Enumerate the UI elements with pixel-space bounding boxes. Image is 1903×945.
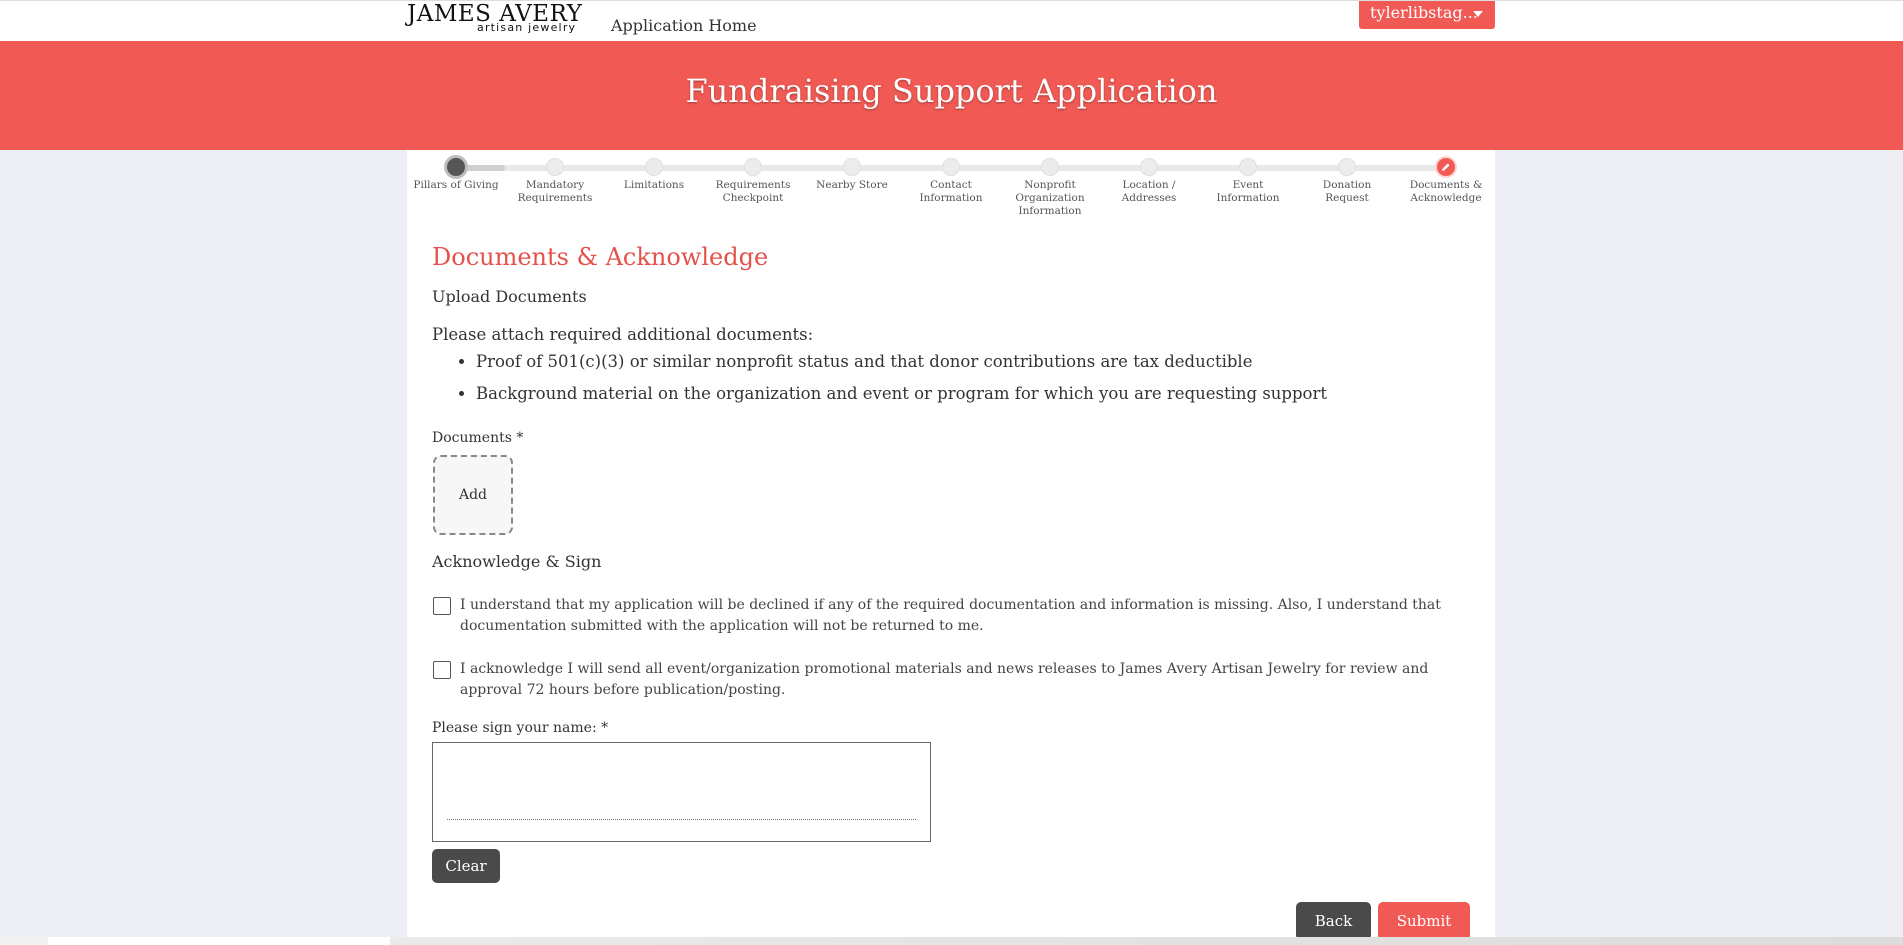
step-label: Nearby Store	[816, 179, 888, 191]
step-requirements-checkpoint[interactable]: Requirements Checkpoint	[708, 158, 798, 205]
step-contact-information[interactable]: Contact Information	[906, 158, 996, 205]
step-label: Nonprofit Organization Information	[1015, 179, 1085, 217]
acknowledgement-text: I understand that my application will be…	[460, 597, 1441, 634]
step-label: Limitations	[623, 179, 685, 191]
step-label: Donation Request	[1322, 179, 1372, 204]
user-menu-label: tylerlibstag...	[1370, 3, 1478, 22]
acknowledge-documentation-checkbox[interactable]	[433, 597, 451, 615]
step-label: Location / Addresses	[1121, 179, 1177, 204]
step-limitations[interactable]: Limitations	[609, 158, 699, 192]
step-label: Event Information	[1216, 179, 1280, 204]
signature-pad[interactable]	[432, 742, 931, 842]
application-form-card: Pillars of Giving Mandatory Requirements…	[407, 150, 1495, 945]
signature-baseline	[447, 819, 916, 820]
upload-instructions: Please attach required additional docume…	[432, 325, 814, 344]
step-pending-dot-icon	[942, 158, 960, 176]
step-label: Pillars of Giving	[413, 179, 499, 191]
progress-stepper: Pillars of Giving Mandatory Requirements…	[407, 150, 1495, 230]
step-pending-dot-icon	[1338, 158, 1356, 176]
add-document-button[interactable]: Add	[433, 455, 513, 535]
list-item: Background material on the organization …	[476, 378, 1327, 410]
back-button[interactable]: Back	[1296, 902, 1371, 940]
step-label: Contact Information	[919, 179, 983, 204]
step-pillars-of-giving[interactable]: Pillars of Giving	[411, 158, 501, 192]
step-pending-dot-icon	[1140, 158, 1158, 176]
step-pending-dot-icon	[1239, 158, 1257, 176]
submit-button[interactable]: Submit	[1378, 902, 1470, 940]
step-documents-acknowledge[interactable]: Documents & Acknowledge	[1401, 158, 1491, 205]
pencil-icon	[1442, 163, 1450, 171]
signature-label: Please sign your name: *	[432, 720, 609, 736]
step-donation-request[interactable]: Donation Request	[1302, 158, 1392, 205]
upload-documents-heading: Upload Documents	[432, 287, 587, 306]
horizontal-scrollbar[interactable]	[0, 937, 1903, 945]
user-menu-dropdown[interactable]: tylerlibstag...	[1359, 1, 1495, 29]
step-active-dot	[1437, 158, 1455, 176]
step-complete-dot-icon	[447, 158, 465, 176]
top-navbar: JAMES AVERY artisan jewelry Application …	[0, 0, 1903, 41]
step-pending-dot-icon	[546, 158, 564, 176]
james-avery-logo[interactable]: JAMES AVERY artisan jewelry	[407, 1, 582, 37]
step-pending-dot-icon	[645, 158, 663, 176]
clear-signature-button[interactable]: Clear	[432, 849, 500, 883]
step-label: Mandatory Requirements	[517, 179, 593, 204]
requirements-list: Proof of 501(c)(3) or similar nonprofit …	[432, 346, 1327, 410]
page-banner: Fundraising Support Application	[0, 41, 1903, 150]
caret-down-icon	[1473, 11, 1483, 17]
acknowledge-sign-heading: Acknowledge & Sign	[432, 552, 602, 571]
step-pending-dot-icon	[1041, 158, 1059, 176]
step-pending-dot-icon	[843, 158, 861, 176]
documents-label: Documents *	[432, 430, 524, 446]
step-label: Requirements Checkpoint	[715, 179, 791, 204]
page-title: Fundraising Support Application	[685, 72, 1218, 110]
acknowledge-promotional-checkbox[interactable]	[433, 661, 451, 679]
step-event-information[interactable]: Event Information	[1203, 158, 1293, 205]
list-item: Proof of 501(c)(3) or similar nonprofit …	[476, 346, 1327, 378]
logo-tagline: artisan jewelry	[477, 21, 577, 34]
scrollbar-thumb[interactable]	[48, 937, 390, 945]
acknowledgement-text: I acknowledge I will send all event/orga…	[460, 661, 1429, 698]
application-home-link[interactable]: Application Home	[611, 16, 757, 35]
step-label: Documents & Acknowledge	[1409, 179, 1483, 204]
step-mandatory-requirements[interactable]: Mandatory Requirements	[510, 158, 600, 205]
step-pending-dot-icon	[744, 158, 762, 176]
step-location-addresses[interactable]: Location / Addresses	[1104, 158, 1194, 205]
section-title: Documents & Acknowledge	[432, 243, 769, 271]
step-nonprofit-organization-information[interactable]: Nonprofit Organization Information	[1005, 158, 1095, 218]
step-nearby-store[interactable]: Nearby Store	[807, 158, 897, 192]
